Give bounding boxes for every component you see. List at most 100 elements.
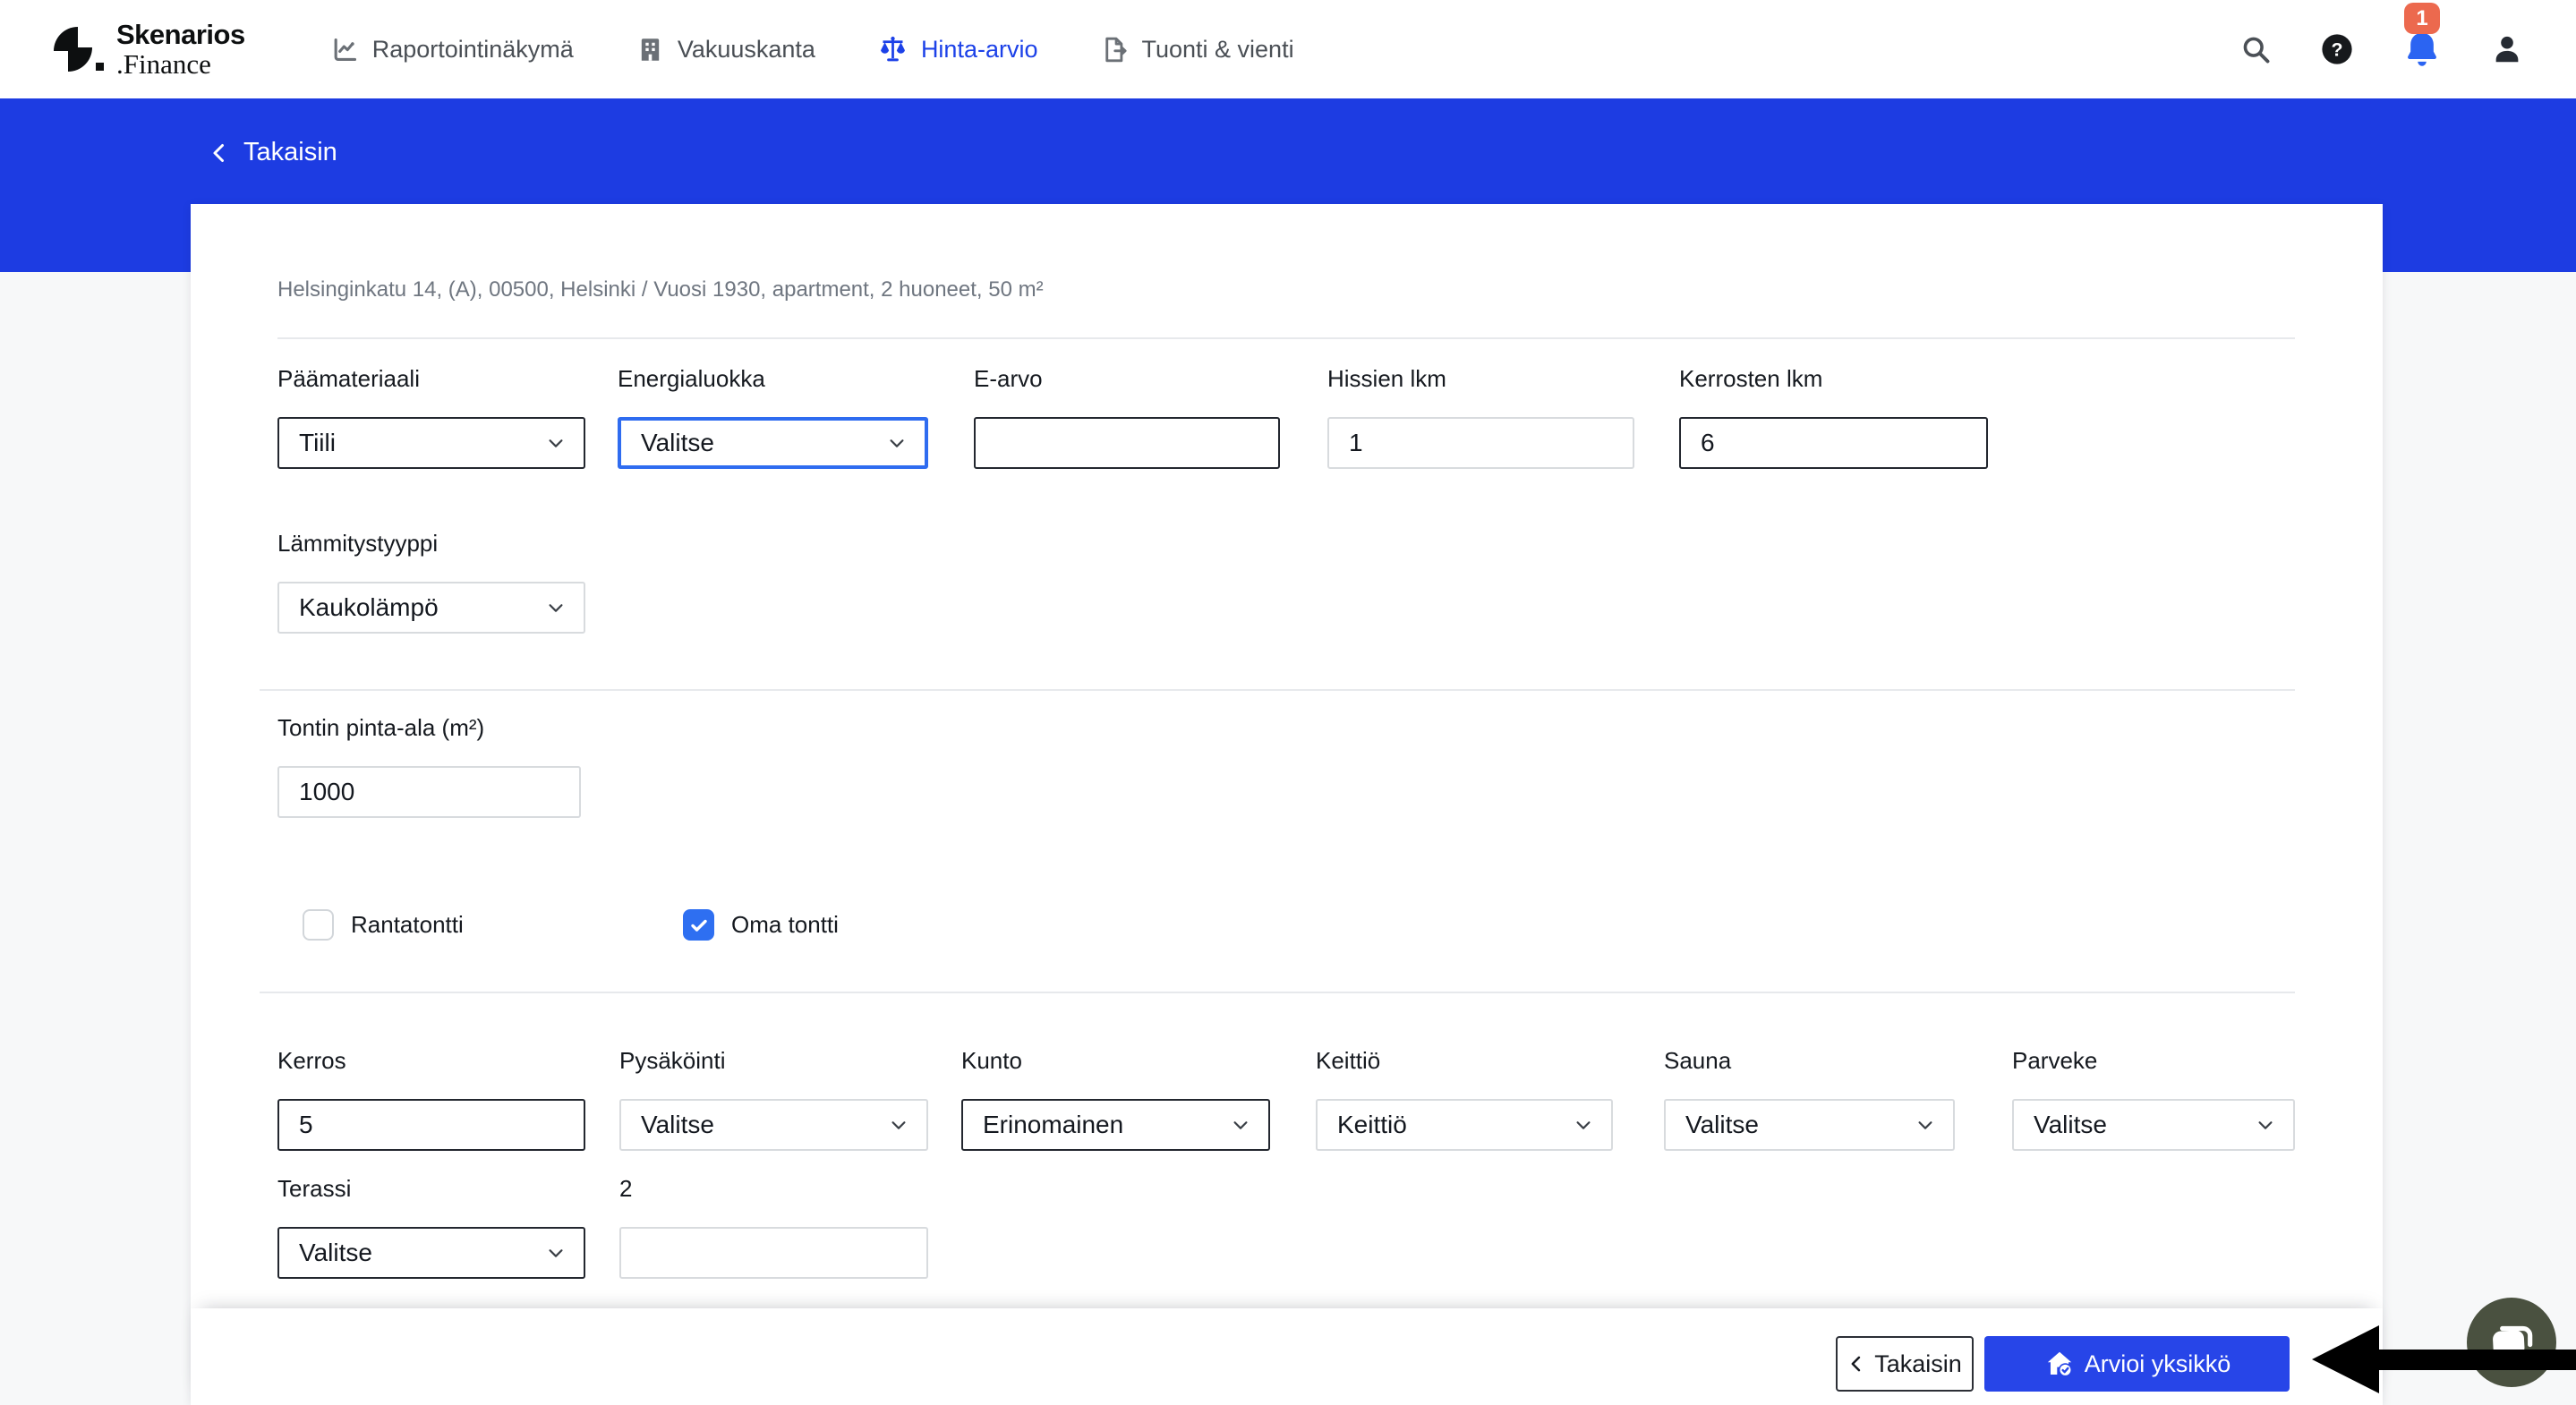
brand-line1: Skenarios — [116, 21, 245, 48]
divider — [260, 992, 2295, 993]
svg-text:?: ? — [2331, 38, 2342, 60]
chevron-left-icon — [1847, 1353, 1865, 1375]
footer-back-label: Takaisin — [1874, 1350, 1962, 1378]
line-chart-icon — [331, 36, 359, 64]
field-paamateriaali: Päämateriaali Tiili — [277, 365, 585, 469]
property-summary: Helsinginkatu 14, (A), 00500, Helsinki /… — [277, 277, 1044, 302]
scales-icon — [878, 35, 908, 64]
pysakointi-select[interactable]: Valitse — [619, 1099, 928, 1151]
back-link-label: Takaisin — [243, 138, 337, 167]
form-footer: Takaisin Arvioi yksikkö — [191, 1308, 2383, 1405]
nav-item-vakuuskanta[interactable]: Vakuuskanta — [636, 36, 815, 64]
nav-item-tuonti-vienti[interactable]: Tuonti & vienti — [1100, 36, 1293, 64]
chevron-down-icon — [546, 433, 566, 453]
field-pysakointi: Pysäköinti Valitse — [619, 1047, 928, 1151]
help-icon[interactable]: ? — [2320, 32, 2354, 66]
energialuokka-select[interactable]: Valitse — [618, 417, 928, 469]
chevron-down-icon — [889, 1115, 908, 1135]
search-icon[interactable] — [2239, 33, 2272, 65]
paamateriaali-select[interactable]: Tiili — [277, 417, 585, 469]
field-label: Tontin pinta-ala (m²) — [277, 714, 581, 743]
nav-label: Tuonti & vienti — [1141, 36, 1293, 64]
field-label: Kerrosten lkm — [1679, 365, 1988, 394]
rantatontti-checkbox-row: Rantatontti — [303, 909, 464, 941]
valuation-form-card: Helsinginkatu 14, (A), 00500, Helsinki /… — [191, 204, 2383, 1405]
hissien-lkm-input[interactable] — [1327, 417, 1634, 469]
oma-tontti-checkbox[interactable] — [683, 909, 714, 941]
divider — [260, 689, 2295, 691]
topbar-actions: ? 1 — [2239, 30, 2524, 69]
checkbox-label: Oma tontti — [731, 911, 839, 939]
field-parveke: Parveke Valitse — [2012, 1047, 2295, 1151]
tontin-pinta-ala-input[interactable] — [277, 766, 581, 818]
field-label: Lämmitystyyppi — [277, 530, 585, 558]
brand-mark-icon — [52, 23, 102, 75]
field-2: 2 — [619, 1175, 928, 1279]
export-icon — [1100, 36, 1128, 64]
terassi-select[interactable]: Valitse — [277, 1227, 585, 1279]
top-navbar: Skenarios .Finance Raportointinäkymä — [0, 0, 2576, 98]
field-tontin-pinta-ala: Tontin pinta-ala (m²) — [277, 714, 581, 818]
e-arvo-input[interactable] — [974, 417, 1280, 469]
field-lammitystyyppi: Lämmitystyyppi Kaukolämpö — [277, 530, 585, 634]
field-label: Parveke — [2012, 1047, 2295, 1076]
user-account-icon[interactable] — [2490, 32, 2524, 66]
chevron-down-icon — [1231, 1115, 1250, 1135]
brand-logo[interactable]: Skenarios .Finance — [52, 21, 245, 78]
brand-text: Skenarios .Finance — [116, 21, 245, 78]
notifications-bell-icon[interactable]: 1 — [2402, 30, 2442, 69]
field-label: Terassi — [277, 1175, 585, 1204]
nav-item-hinta-arvio[interactable]: Hinta-arvio — [878, 35, 1038, 64]
kerros-input[interactable] — [277, 1099, 585, 1151]
chevron-down-icon — [546, 598, 566, 617]
main-nav: Raportointinäkymä Vakuuskanta — [331, 35, 1294, 64]
footer-back-button[interactable]: Takaisin — [1836, 1336, 1974, 1392]
notification-badge: 1 — [2404, 3, 2440, 34]
field-label: 2 — [619, 1175, 928, 1204]
kunto-select[interactable]: Erinomainen — [961, 1099, 1270, 1151]
kerrosten-lkm-input[interactable] — [1679, 417, 1988, 469]
chat-bubble-icon — [2484, 1315, 2539, 1370]
field-terassi: Terassi Valitse — [277, 1175, 585, 1279]
chevron-down-icon — [546, 1243, 566, 1263]
sauna-select[interactable]: Valitse — [1664, 1099, 1955, 1151]
field-label: Päämateriaali — [277, 365, 585, 394]
back-link[interactable]: Takaisin — [209, 138, 337, 167]
field-keittio: Keittiö Keittiö — [1316, 1047, 1613, 1151]
app-root: Skenarios .Finance Raportointinäkymä — [0, 0, 2576, 1405]
parveke-select[interactable]: Valitse — [2012, 1099, 2295, 1151]
chevron-left-icon — [209, 140, 230, 166]
house-check-icon — [2043, 1348, 2076, 1380]
check-icon — [688, 915, 710, 936]
field-kerros: Kerros — [277, 1047, 585, 1151]
field-e-arvo: E-arvo — [974, 365, 1280, 469]
divider — [277, 337, 2295, 339]
lammitystyyppi-select[interactable]: Kaukolämpö — [277, 582, 585, 634]
nav-label: Raportointinäkymä — [372, 36, 574, 64]
chevron-down-icon — [1574, 1115, 1593, 1135]
keittio-select[interactable]: Keittiö — [1316, 1099, 1613, 1151]
field-label: E-arvo — [974, 365, 1280, 394]
rantatontti-checkbox[interactable] — [303, 909, 334, 941]
arvioi-yksikko-button[interactable]: Arvioi yksikkö — [1984, 1336, 2290, 1392]
oma-tontti-checkbox-row: Oma tontti — [683, 909, 839, 941]
chevron-down-icon — [2256, 1115, 2275, 1135]
field-label: Kerros — [277, 1047, 585, 1076]
field-kerrosten-lkm: Kerrosten lkm — [1679, 365, 1988, 469]
chevron-down-icon — [1915, 1115, 1935, 1135]
field-label: Kunto — [961, 1047, 1270, 1076]
nav-item-raportointinakyma[interactable]: Raportointinäkymä — [331, 36, 574, 64]
chat-widget-button[interactable] — [2467, 1298, 2556, 1387]
field-2-input[interactable] — [619, 1227, 928, 1279]
chevron-down-icon — [887, 433, 907, 453]
field-label: Energialuokka — [618, 365, 928, 394]
field-kunto: Kunto Erinomainen — [961, 1047, 1270, 1151]
field-label: Hissien lkm — [1327, 365, 1634, 394]
field-label: Pysäköinti — [619, 1047, 928, 1076]
building-icon — [636, 36, 664, 64]
field-sauna: Sauna Valitse — [1664, 1047, 1955, 1151]
nav-label: Vakuuskanta — [678, 36, 815, 64]
field-hissien-lkm: Hissien lkm — [1327, 365, 1634, 469]
nav-label: Hinta-arvio — [921, 36, 1038, 64]
field-label: Keittiö — [1316, 1047, 1613, 1076]
